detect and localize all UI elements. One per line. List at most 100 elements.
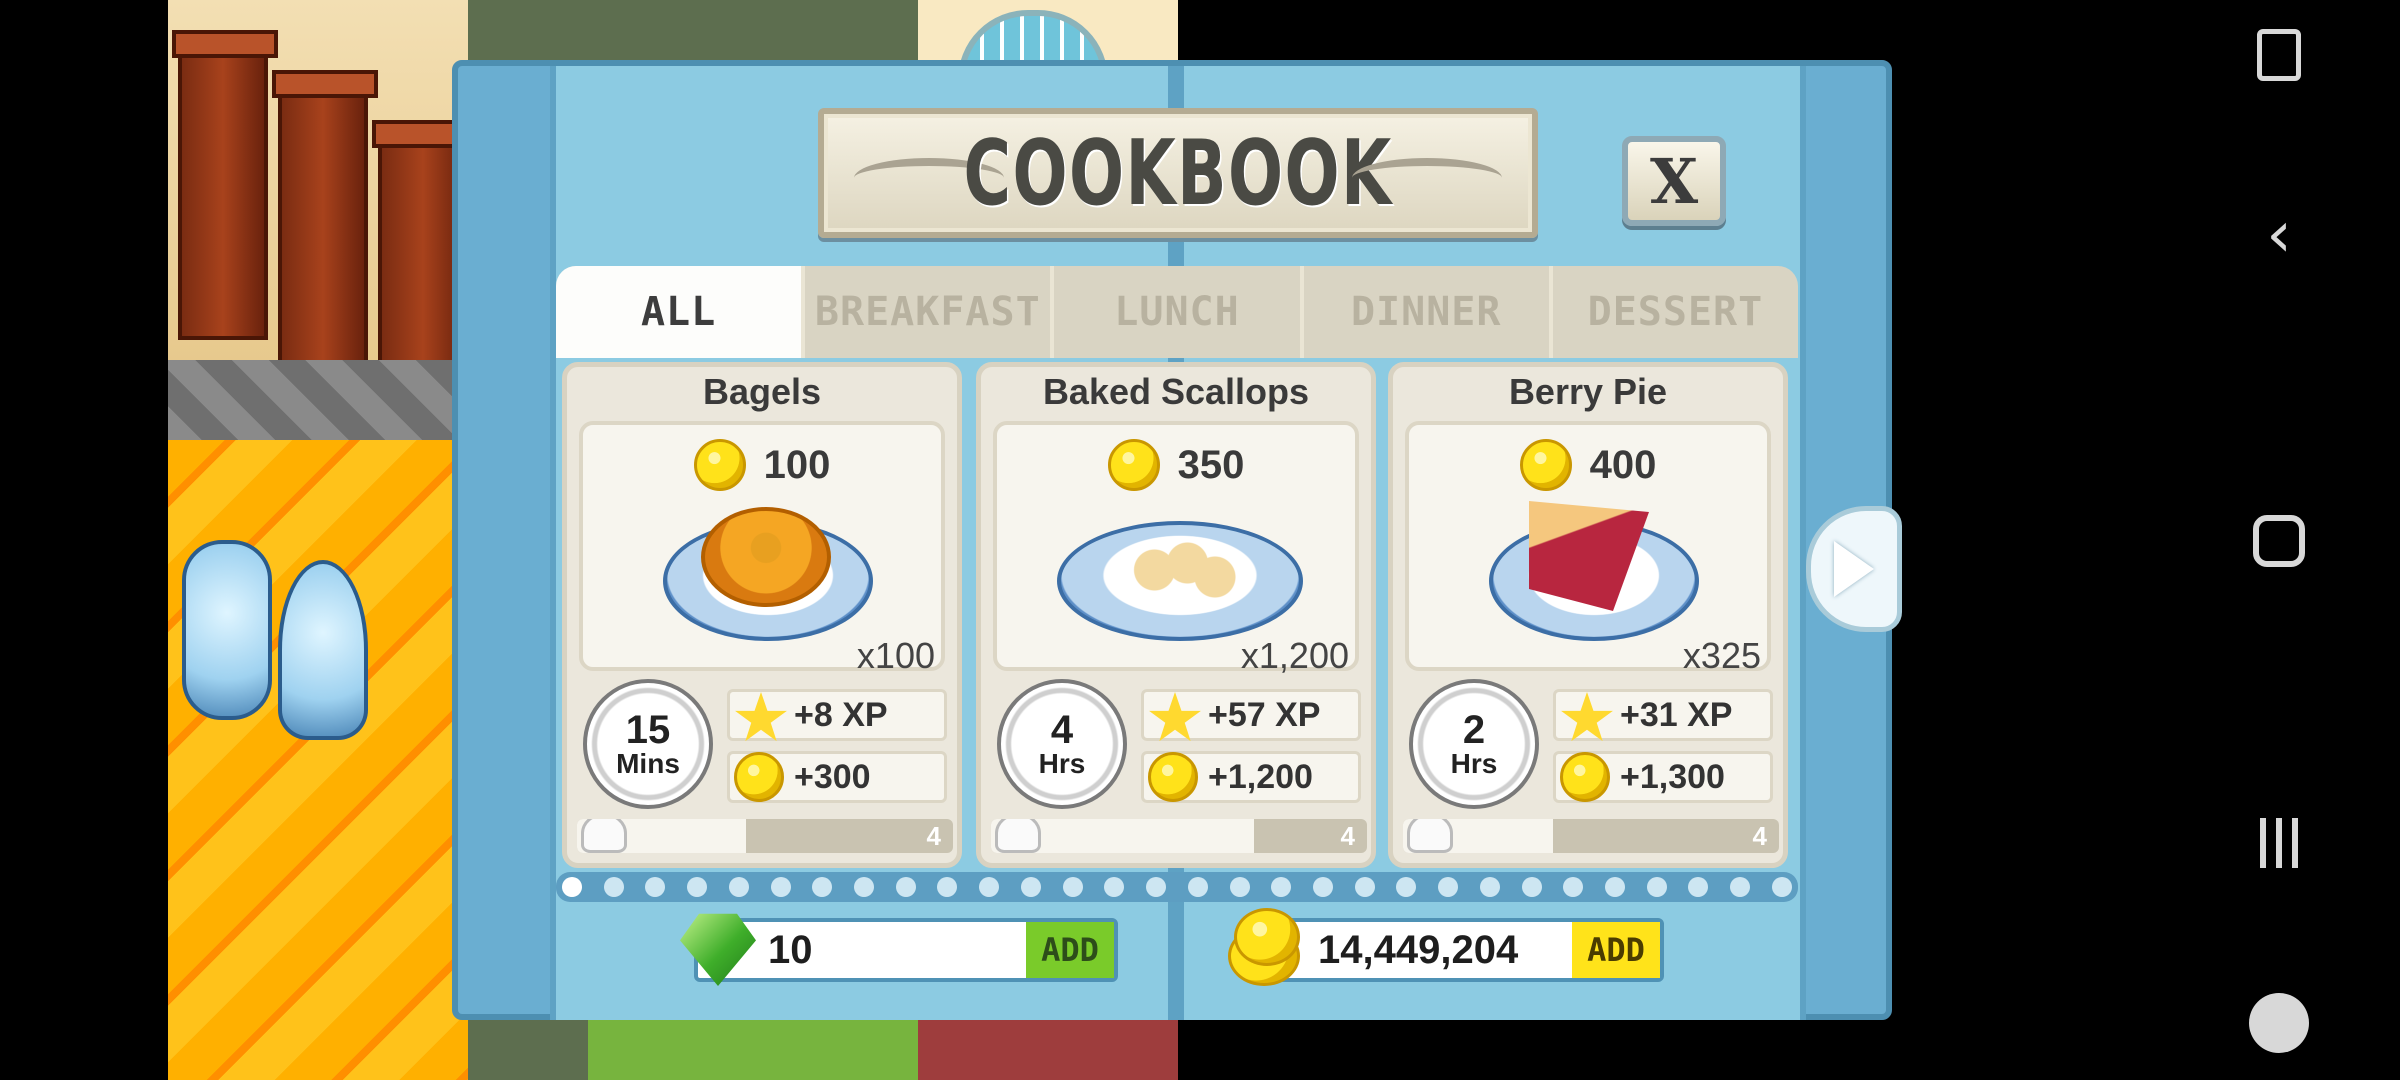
page-dot[interactable] bbox=[895, 877, 916, 897]
recipe-cost-value: 400 bbox=[1589, 442, 1657, 487]
timer-icon: 4 Hrs bbox=[997, 679, 1127, 809]
cook-time-unit: Mins bbox=[616, 748, 680, 779]
page-dot[interactable] bbox=[1312, 877, 1333, 897]
page-dot[interactable] bbox=[1062, 877, 1083, 897]
dialog-title: COOKBOOK bbox=[963, 120, 1393, 226]
page-dot[interactable] bbox=[1479, 877, 1500, 897]
page-dot[interactable] bbox=[1521, 877, 1542, 897]
tab-dinner[interactable]: DINNER bbox=[1304, 266, 1553, 358]
home-icon[interactable] bbox=[2246, 508, 2312, 574]
coin-reward: +300 bbox=[727, 751, 947, 803]
screenshot-tool-icon[interactable] bbox=[2246, 22, 2312, 88]
recipe-servings: x325 bbox=[1682, 635, 1761, 676]
mastery-bar: 4 bbox=[577, 819, 953, 853]
page-dot[interactable] bbox=[1354, 877, 1375, 897]
screen: COOKBOOK X ALL BREAKFAST LUNCH DINNER DE… bbox=[0, 0, 2400, 1080]
tab-all[interactable]: ALL bbox=[556, 266, 806, 358]
cook-time-value: 15 bbox=[625, 708, 671, 752]
xp-reward-value: +57 XP bbox=[1208, 695, 1321, 734]
wooden-pillar bbox=[272, 70, 378, 380]
page-dot[interactable] bbox=[1271, 877, 1292, 897]
page-dot[interactable] bbox=[1688, 877, 1709, 897]
cookbook-dialog: COOKBOOK X ALL BREAKFAST LUNCH DINNER DE… bbox=[452, 60, 1902, 1020]
title-plaque: COOKBOOK bbox=[818, 108, 1538, 238]
close-button[interactable]: X bbox=[1622, 136, 1726, 226]
star-icon bbox=[735, 692, 787, 742]
chevron-right-icon bbox=[1834, 541, 1874, 597]
xp-reward-value: +31 XP bbox=[1620, 695, 1733, 734]
coin-icon bbox=[1107, 439, 1160, 491]
tab-breakfast[interactable]: BREAKFAST bbox=[805, 266, 1055, 358]
page-dot[interactable] bbox=[1438, 877, 1459, 897]
page-dot[interactable] bbox=[687, 877, 708, 897]
mastery-level: 4 bbox=[1340, 821, 1355, 851]
recipe-card-berry-pie[interactable]: Berry Pie 400 x325 2 Hrs +31 XP +1,300 4 bbox=[1388, 362, 1788, 868]
cook-time-unit: Hrs bbox=[1038, 748, 1086, 779]
page-dot[interactable] bbox=[645, 877, 666, 897]
close-icon: X bbox=[1649, 144, 1699, 218]
recipe-cost: 350 bbox=[997, 439, 1355, 491]
star-icon bbox=[1561, 692, 1613, 742]
coin-icon bbox=[1148, 752, 1198, 802]
game-tools-icon[interactable] bbox=[2246, 990, 2312, 1056]
coin-reward: +1,200 bbox=[1141, 751, 1361, 803]
recipe-list: Bagels 100 x100 15 Mins +8 XP +300 4 Bak… bbox=[562, 362, 1804, 868]
decor-sculpture bbox=[182, 540, 272, 720]
recipe-cost-value: 100 bbox=[763, 442, 831, 487]
coin-reward-value: +1,300 bbox=[1620, 757, 1725, 796]
page-dot[interactable] bbox=[728, 877, 749, 897]
page-dot[interactable] bbox=[1396, 877, 1417, 897]
cook-time-value: 4 bbox=[1050, 708, 1074, 752]
coin-reward-value: +300 bbox=[794, 757, 871, 796]
cook-time-value: 2 bbox=[1462, 708, 1486, 752]
next-page-button[interactable] bbox=[1806, 506, 1902, 632]
page-dot[interactable] bbox=[1146, 877, 1167, 897]
add-coins-button[interactable]: ADD bbox=[1572, 922, 1660, 978]
page-dot[interactable] bbox=[1604, 877, 1625, 897]
page-dot[interactable] bbox=[603, 877, 624, 897]
xp-reward: +31 XP bbox=[1553, 689, 1773, 742]
scallops-image bbox=[1127, 535, 1237, 605]
recipe-name: Baked Scallops bbox=[1042, 371, 1310, 412]
page-dot[interactable] bbox=[770, 877, 791, 897]
tab-lunch[interactable]: LUNCH bbox=[1054, 266, 1304, 358]
recipe-servings: x1,200 bbox=[1240, 635, 1349, 676]
recipe-preview: 400 x325 bbox=[1405, 421, 1771, 676]
page-dot[interactable] bbox=[1187, 877, 1208, 897]
recipe-servings: x100 bbox=[856, 635, 935, 676]
page-dot[interactable] bbox=[562, 877, 582, 897]
mastery-level: 4 bbox=[926, 821, 941, 851]
page-dot[interactable] bbox=[1020, 877, 1041, 897]
page-dot[interactable] bbox=[979, 877, 1000, 897]
coin-icon bbox=[734, 752, 784, 802]
star-icon bbox=[1149, 692, 1201, 742]
coin-reward: +1,300 bbox=[1553, 751, 1773, 803]
page-dot[interactable] bbox=[1646, 877, 1667, 897]
xp-reward-value: +8 XP bbox=[794, 695, 888, 734]
page-dot[interactable] bbox=[1563, 877, 1584, 897]
add-gems-button[interactable]: ADD bbox=[1026, 922, 1114, 978]
page-dot[interactable] bbox=[812, 877, 833, 897]
gem-balance: 10 ADD bbox=[680, 913, 1118, 986]
tab-dessert[interactable]: DESSERT bbox=[1553, 266, 1798, 358]
page-dot[interactable] bbox=[1104, 877, 1125, 897]
coin-icon bbox=[1560, 752, 1610, 802]
recipe-card-baked-scallops[interactable]: Baked Scallops 350 x1,200 4 Hrs +57 XP +… bbox=[976, 362, 1376, 868]
bagel-image bbox=[701, 507, 831, 607]
recipe-name: Bagels bbox=[702, 371, 822, 412]
page-dot[interactable] bbox=[1229, 877, 1250, 897]
decor-sculpture bbox=[278, 560, 368, 740]
mastery-bar: 4 bbox=[991, 819, 1367, 853]
page-dot[interactable] bbox=[1730, 877, 1751, 897]
recipe-card-bagels[interactable]: Bagels 100 x100 15 Mins +8 XP +300 4 bbox=[562, 362, 962, 868]
xp-reward: +8 XP bbox=[727, 689, 947, 742]
page-dot[interactable] bbox=[854, 877, 875, 897]
cook-time-unit: Hrs bbox=[1450, 748, 1498, 779]
mastery-bar: 4 bbox=[1403, 819, 1779, 853]
recent-apps-icon[interactable] bbox=[2246, 810, 2312, 876]
back-icon[interactable]: ‹ bbox=[2246, 198, 2312, 272]
recipe-cost: 100 bbox=[583, 439, 941, 491]
page-dot[interactable] bbox=[1771, 877, 1792, 897]
recipe-preview: 100 x100 bbox=[579, 421, 945, 676]
page-dot[interactable] bbox=[937, 877, 958, 897]
